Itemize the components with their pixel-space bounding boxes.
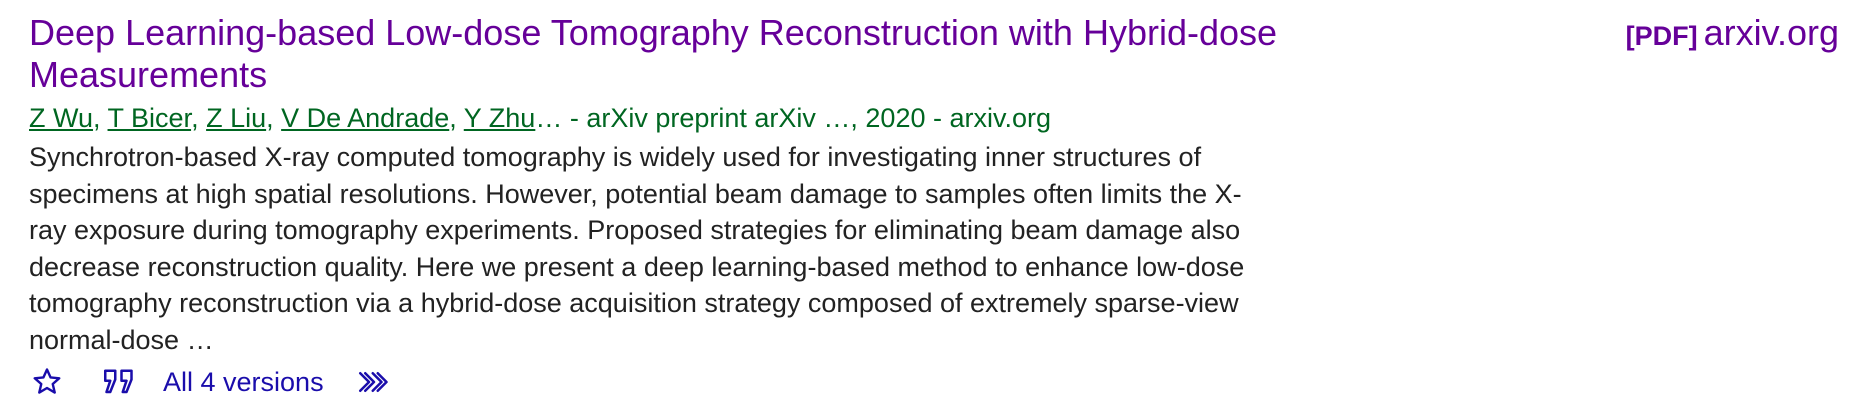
quote-icon[interactable] [101, 367, 137, 397]
author-link[interactable]: Z Wu [29, 103, 93, 133]
author-separator: , [449, 103, 464, 133]
author-separator: , [191, 103, 207, 133]
author-link[interactable]: Y Zhu [464, 103, 536, 133]
author-link[interactable]: Z Liu [206, 103, 266, 133]
file-format-label: [PDF] [1625, 21, 1698, 51]
source-domain: arxiv.org [1703, 12, 1839, 53]
author-link[interactable]: V De Andrade [281, 103, 449, 133]
quote-icon-graphic [104, 369, 133, 394]
author-separator: , [266, 103, 282, 133]
star-icon-graphic [33, 368, 61, 394]
author-separator: , [93, 103, 108, 133]
double-chevron-right-icon[interactable] [356, 367, 392, 397]
result-snippet: Synchrotron-based X-ray computed tomogra… [29, 142, 1245, 355]
result-main-column: Deep Learning-based Low-dose Tomography … [29, 12, 1449, 402]
result-meta-line: Z Wu, T Bicer, Z Liu, V De Andrade, Y Zh… [29, 100, 1449, 136]
pdf-source-link[interactable]: [PDF] arxiv.org [1626, 12, 1839, 62]
result-title-link[interactable]: Deep Learning-based Low-dose Tomography … [29, 12, 1449, 96]
author-link[interactable]: T Bicer [108, 103, 192, 133]
all-versions-link[interactable]: All 4 versions [163, 367, 324, 398]
source-info: … - arXiv preprint arXiv …, 2020 - arxiv… [535, 103, 1051, 133]
star-icon[interactable] [31, 366, 63, 398]
result-actions: All 4 versions [29, 362, 1449, 402]
double-chevron-right-icon-graphic [358, 372, 388, 392]
